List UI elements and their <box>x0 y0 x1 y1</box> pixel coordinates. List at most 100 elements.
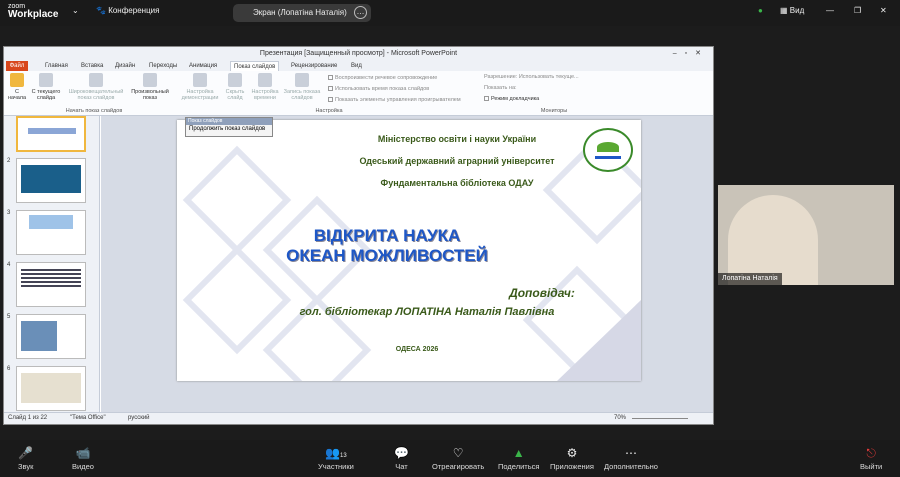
slide-thumb-4[interactable] <box>16 262 86 307</box>
hide-slide-button[interactable]: Скрыть слайд <box>222 73 248 101</box>
resume-slideshow-button[interactable]: Продолжить показ слайдов <box>186 125 272 133</box>
ribbon-tabs: Файл Главная Вставка Дизайн Переходы Ани… <box>4 60 713 71</box>
chat-button[interactable]: 💬 Чат <box>394 446 409 471</box>
group-setup: Настройка <box>315 108 343 114</box>
tab-animation[interactable]: Анимация <box>186 61 220 71</box>
slide-title-1: ВІДКРИТА НАУКА <box>313 226 461 245</box>
tab-home[interactable]: Главная <box>42 61 71 71</box>
camera-icon: 📹 <box>75 446 91 460</box>
participants-button[interactable]: 👥13 Участники <box>318 446 354 471</box>
thumb-image <box>29 215 73 229</box>
broadcast-button[interactable]: Широковещательный показ слайдов <box>64 73 128 101</box>
narration-checkbox[interactable]: Воспроизвести речевое сопровождение <box>328 75 437 81</box>
tab-transitions[interactable]: Переходы <box>146 61 180 71</box>
leaf-shape <box>597 142 619 152</box>
people-icon: 👥13 <box>325 446 347 460</box>
university-line: Одеський державний аграрний університет <box>359 156 555 166</box>
wave-shape <box>595 156 621 159</box>
ppt-titlebar: Презентация [Защищенный просмотр] - Micr… <box>4 47 713 60</box>
apps-icon: ⚙ <box>566 446 578 460</box>
speaker-name: гол. бібліотекар ЛОПАТІНА Наталія Павлів… <box>299 306 555 318</box>
setup-show-button[interactable]: Настройка демонстрации <box>180 73 220 101</box>
ribbon: С начала С текущего слайда Широковещател… <box>4 71 713 116</box>
slide-thumbnails[interactable]: 2 3 4 5 6 <box>4 116 100 412</box>
participant-video[interactable]: Лопатіна Наталія <box>718 185 894 285</box>
audio-button[interactable]: 🎤 Звук <box>18 446 33 471</box>
tab-review[interactable]: Рецензирование <box>288 61 340 71</box>
zoom-slider[interactable] <box>632 418 688 419</box>
close-icon[interactable]: ✕ <box>880 6 887 15</box>
heart-icon: ♡ <box>452 446 464 460</box>
thumb-image <box>21 373 81 403</box>
restore-icon[interactable]: ❐ <box>854 6 861 15</box>
tab-view[interactable]: Вид <box>348 61 365 71</box>
slide-counter: Слайд 1 из 22 <box>8 415 48 421</box>
library-line: Фундаментальна бібліотека ОДАУ <box>380 178 534 188</box>
slide-number: 4 <box>7 262 11 268</box>
zoom-top-bar: zoom Workplace ⌄ 🐾 Конференция Экран (Лоп… <box>0 0 900 26</box>
rehearse-timings-button[interactable]: Настройка времени <box>250 73 280 101</box>
powerpoint-window: Презентация [Защищенный просмотр] - Micr… <box>3 46 714 425</box>
slide-thumb-3[interactable] <box>16 210 86 255</box>
speaker-label: Доповідач: <box>509 286 575 300</box>
react-button[interactable]: ♡ Отреагировать <box>432 446 484 471</box>
slideshow-popup: Показ слайдов Продолжить показ слайдов <box>185 117 273 137</box>
leave-button[interactable]: ⎋ Выйти <box>860 446 882 471</box>
shield-icon: ● <box>758 6 763 15</box>
group-monitors: Мониторы <box>540 108 568 114</box>
slide-number: 6 <box>7 366 11 372</box>
presenter-view-checkbox[interactable]: Режим докладчика <box>484 96 539 102</box>
chevron-down-icon[interactable]: ⌄ <box>72 6 79 15</box>
mic-muted-icon: 🎤 <box>18 446 34 460</box>
thumb-text <box>21 269 81 271</box>
group-start: Начать показ слайдов <box>65 108 123 114</box>
apps-button[interactable]: ⚙ Приложения <box>550 446 594 471</box>
city-year: ОДЕСА 2026 <box>395 346 439 353</box>
participant-face <box>728 195 818 285</box>
slide-1[interactable]: Міністерство освіти і науки України Одес… <box>177 120 641 381</box>
conference-menu[interactable]: 🐾 Конференция <box>96 6 159 15</box>
university-logo <box>583 128 633 172</box>
language[interactable]: русский <box>128 415 150 421</box>
zoom-logo: zoom Workplace <box>8 3 59 20</box>
share-icon: ▲ <box>512 446 525 460</box>
media-controls-checkbox[interactable]: Показать элементы управления проигрывате… <box>328 97 461 103</box>
custom-show-button[interactable]: Произвольный показ <box>130 73 170 101</box>
tab-design[interactable]: Дизайн <box>112 61 138 71</box>
video-button[interactable]: 📹 Видео <box>72 446 94 471</box>
thumb-title <box>28 128 76 134</box>
slide-canvas: Міністерство освіти і науки України Одес… <box>101 116 713 412</box>
from-start-button[interactable]: С начала <box>6 73 28 101</box>
more-icon: ⋯ <box>624 446 637 460</box>
more-button[interactable]: ⋯ Дополнительно <box>604 446 658 471</box>
resolution-select[interactable]: Разрешение: Использовать текуще... <box>484 74 579 80</box>
thumb-image <box>21 165 81 193</box>
slide-title-2: ОКЕАН МОЖЛИВОСТЕЙ <box>286 246 488 265</box>
tab-slideshow[interactable]: Показ слайдов <box>230 61 280 71</box>
chat-icon: 💬 <box>394 446 409 460</box>
tab-insert[interactable]: Вставка <box>78 61 106 71</box>
timings-checkbox[interactable]: Использовать время показа слайдов <box>328 86 429 92</box>
slide-number: 5 <box>7 314 11 320</box>
window-controls[interactable]: –▫✕ <box>673 47 709 60</box>
view-button[interactable]: ▦ Вид <box>780 6 804 15</box>
tab-file[interactable]: Файл <box>6 61 28 71</box>
screen-share-label[interactable]: Экран (Лопатіна Наталія) … <box>233 4 371 22</box>
record-show-button[interactable]: Запись показа слайдов <box>282 73 322 101</box>
slide-thumb-5[interactable] <box>16 314 86 359</box>
more-icon[interactable]: … <box>354 6 367 19</box>
leave-icon: ⎋ <box>866 446 876 460</box>
slide-thumb-1[interactable] <box>16 116 86 152</box>
theme-name: "Тема Office" <box>70 415 106 421</box>
show-on-select[interactable]: Показать на: <box>484 85 517 91</box>
participant-name: Лопатіна Наталія <box>718 273 782 285</box>
thumb-image <box>21 321 57 351</box>
minimize-icon[interactable]: — <box>826 6 834 15</box>
share-button[interactable]: ▲ Поделиться <box>498 446 539 471</box>
popup-title: Показ слайдов <box>186 118 272 125</box>
zoom-level[interactable]: 70% <box>614 415 626 421</box>
zoom-toolbar: 🎤 Звук 📹 Видео 👥13 Участники 💬 Чат ♡ Отреагир… <box>0 440 900 477</box>
from-current-button[interactable]: С текущего слайда <box>30 73 62 101</box>
slide-thumb-6[interactable] <box>16 366 86 411</box>
slide-thumb-2[interactable] <box>16 158 86 203</box>
